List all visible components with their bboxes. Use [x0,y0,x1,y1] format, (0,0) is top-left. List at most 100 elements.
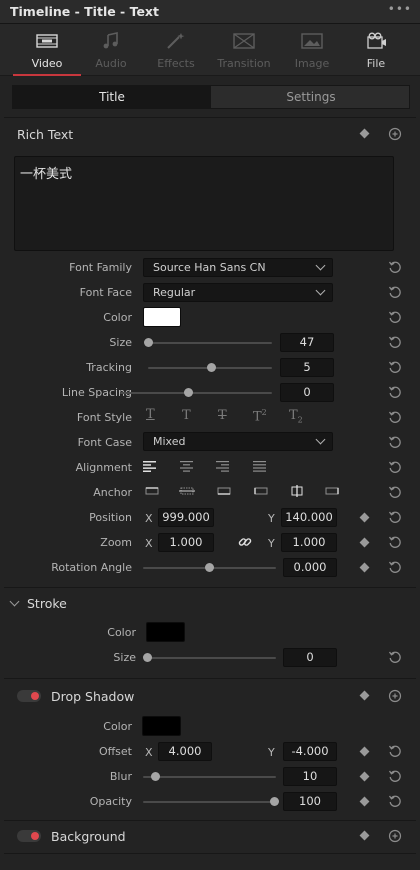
line-spacing-slider[interactable] [120,392,272,394]
keyframe-icon[interactable] [359,771,370,782]
tab-audio[interactable]: Audio [77,24,145,76]
tab-transition[interactable]: Transition [210,24,278,76]
reset-icon[interactable] [388,560,402,574]
position-y-field[interactable]: 140.000 [281,508,337,527]
tracking-field[interactable]: 5 [280,358,334,377]
blur-slider-handle[interactable] [151,772,160,781]
reset-icon[interactable] [388,485,402,499]
tab-transition-label: Transition [217,57,271,70]
reset-icon[interactable] [388,310,402,324]
divider [4,678,416,679]
reset-icon[interactable] [388,410,402,424]
anchor-3-icon[interactable] [216,485,232,497]
underline-style-button[interactable]: T [146,407,155,422]
reset-icon[interactable] [388,794,402,808]
reset-icon[interactable] [388,285,402,299]
tab-effects[interactable]: Effects [142,24,210,76]
reset-icon[interactable] [388,260,402,274]
offset-x-field[interactable]: 4.000 [158,742,212,761]
opacity-field[interactable]: 100 [283,792,337,811]
keyframe-icon[interactable] [359,796,370,807]
reset-icon[interactable] [388,535,402,549]
reset-icon[interactable] [388,744,402,758]
regular-style-button[interactable]: T [182,408,191,423]
reset-icon[interactable] [388,460,402,474]
keyframe-icon[interactable] [359,562,370,573]
tab-file[interactable]: File [342,24,410,76]
rotation-angle-slider-handle[interactable] [205,563,214,572]
subtab-settings[interactable]: Settings [212,86,410,108]
blur-field[interactable]: 10 [283,767,337,786]
subscript-style-button[interactable]: T2 [289,408,303,425]
align-center-icon[interactable] [180,460,194,472]
size-slider-handle[interactable] [144,338,153,347]
tab-image[interactable]: Image [278,24,346,76]
alignment-label: Alignment [75,461,132,474]
opacity-slider-handle[interactable] [270,797,279,806]
reset-icon[interactable] [388,335,402,349]
align-justify-icon[interactable] [253,460,267,472]
stroke-size-label: Size [113,651,136,664]
background-toggle[interactable] [17,830,41,842]
line-spacing-field[interactable]: 0 [280,383,334,402]
line-spacing-slider-handle[interactable] [184,388,193,397]
anchor-6-icon[interactable] [324,485,340,497]
ellipsis-icon[interactable]: ••• [388,2,412,16]
position-y-axis-label: Y [268,512,275,525]
reset-icon[interactable] [388,650,402,664]
zoom-x-field[interactable]: 1.000 [158,533,214,552]
anchor-1-icon[interactable] [144,485,160,497]
reset-icon[interactable] [388,829,402,843]
tracking-label: Tracking [86,361,132,374]
subtab-title[interactable]: Title [13,86,211,108]
video-icon [36,34,58,48]
tracking-slider-handle[interactable] [207,363,216,372]
font-family-dropdown[interactable]: Source Han Sans CN [143,258,333,277]
reset-icon[interactable] [388,435,402,449]
font-face-dropdown[interactable]: Regular [143,283,333,302]
keyframe-icon[interactable] [359,830,370,841]
size-slider[interactable] [148,342,272,344]
reset-icon[interactable] [388,385,402,399]
strikethrough-style-button[interactable]: T [218,408,227,423]
tab-video[interactable]: Video [13,24,81,76]
keyframe-icon[interactable] [359,690,370,701]
keyframe-icon[interactable] [359,537,370,548]
font-case-label: Font Case [77,436,132,449]
opacity-slider[interactable] [143,801,276,803]
divider [4,820,416,821]
offset-y-field[interactable]: -4.000 [283,742,337,761]
position-x-field[interactable]: 999.000 [158,508,214,527]
text-color-swatch[interactable] [143,307,181,327]
anchor-5-icon[interactable] [289,485,305,497]
reset-icon[interactable] [388,689,402,703]
anchor-4-icon[interactable] [253,485,269,497]
tab-video-label: Video [31,57,63,70]
position-x-axis-label: X [145,512,153,525]
size-field[interactable]: 47 [280,333,334,352]
rich-text-editor[interactable]: 一杯美式 [14,156,394,251]
superscript-style-button[interactable]: T2 [253,408,267,424]
stroke-color-swatch[interactable] [146,622,185,642]
anchor-2-icon[interactable] [179,485,195,497]
reset-icon[interactable] [388,769,402,783]
keyframe-icon[interactable] [359,746,370,757]
link-icon[interactable] [238,535,252,549]
blur-slider[interactable] [143,776,276,778]
drop-shadow-color-swatch[interactable] [142,716,181,736]
drop-shadow-toggle[interactable] [17,690,41,702]
reset-icon[interactable] [388,360,402,374]
reset-icon[interactable] [388,510,402,524]
align-right-icon[interactable] [216,460,230,472]
stroke-size-slider-handle[interactable] [143,653,152,662]
keyframe-icon[interactable] [359,128,370,139]
zoom-y-field[interactable]: 1.000 [281,533,337,552]
stroke-size-slider[interactable] [148,657,276,659]
rotation-angle-field[interactable]: 0.000 [283,558,337,577]
font-case-dropdown[interactable]: Mixed [143,432,333,451]
reset-icon[interactable] [388,127,402,141]
chevron-down-icon[interactable] [9,596,20,607]
stroke-size-field[interactable]: 0 [283,648,337,667]
align-left-icon[interactable] [143,460,157,472]
keyframe-icon[interactable] [359,512,370,523]
